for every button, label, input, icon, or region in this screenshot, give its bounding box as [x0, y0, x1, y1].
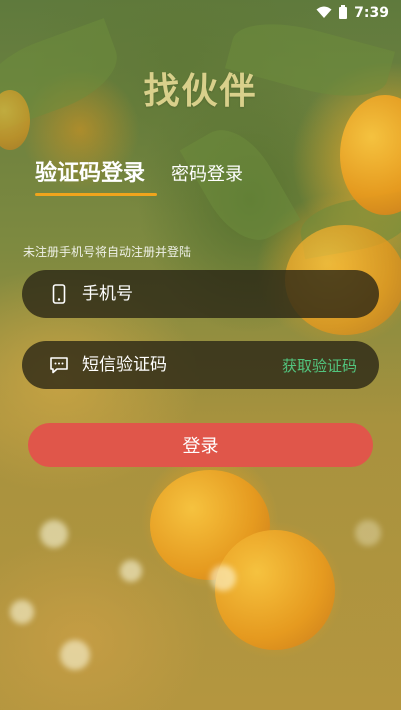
phone-input[interactable] — [82, 284, 282, 304]
register-hint: 未注册手机号将自动注册并登陆 — [23, 245, 192, 259]
tab-sms-login[interactable]: 验证码登录 — [35, 155, 157, 196]
sms-code-field[interactable]: 获取验证码 — [22, 341, 379, 389]
status-time: 7:39 — [354, 5, 389, 21]
phone-field[interactable] — [22, 270, 379, 318]
message-icon — [48, 354, 70, 376]
status-bar: 7:39 — [0, 0, 401, 26]
tab-password-login[interactable]: 密码登录 — [171, 160, 243, 186]
get-code-button[interactable]: 获取验证码 — [282, 355, 357, 376]
battery-icon — [338, 4, 348, 23]
phone-icon — [48, 283, 70, 305]
active-tab-indicator — [35, 193, 157, 196]
tab-password-login-label: 密码登录 — [171, 164, 244, 185]
app-title: 找伙伴 — [143, 71, 258, 112]
wifi-icon — [316, 4, 332, 23]
sms-code-input[interactable] — [82, 355, 282, 375]
tab-sms-login-label: 验证码登录 — [35, 161, 146, 186]
login-button[interactable]: 登录 — [28, 423, 373, 467]
login-tabs: 验证码登录 密码登录 — [35, 155, 243, 196]
